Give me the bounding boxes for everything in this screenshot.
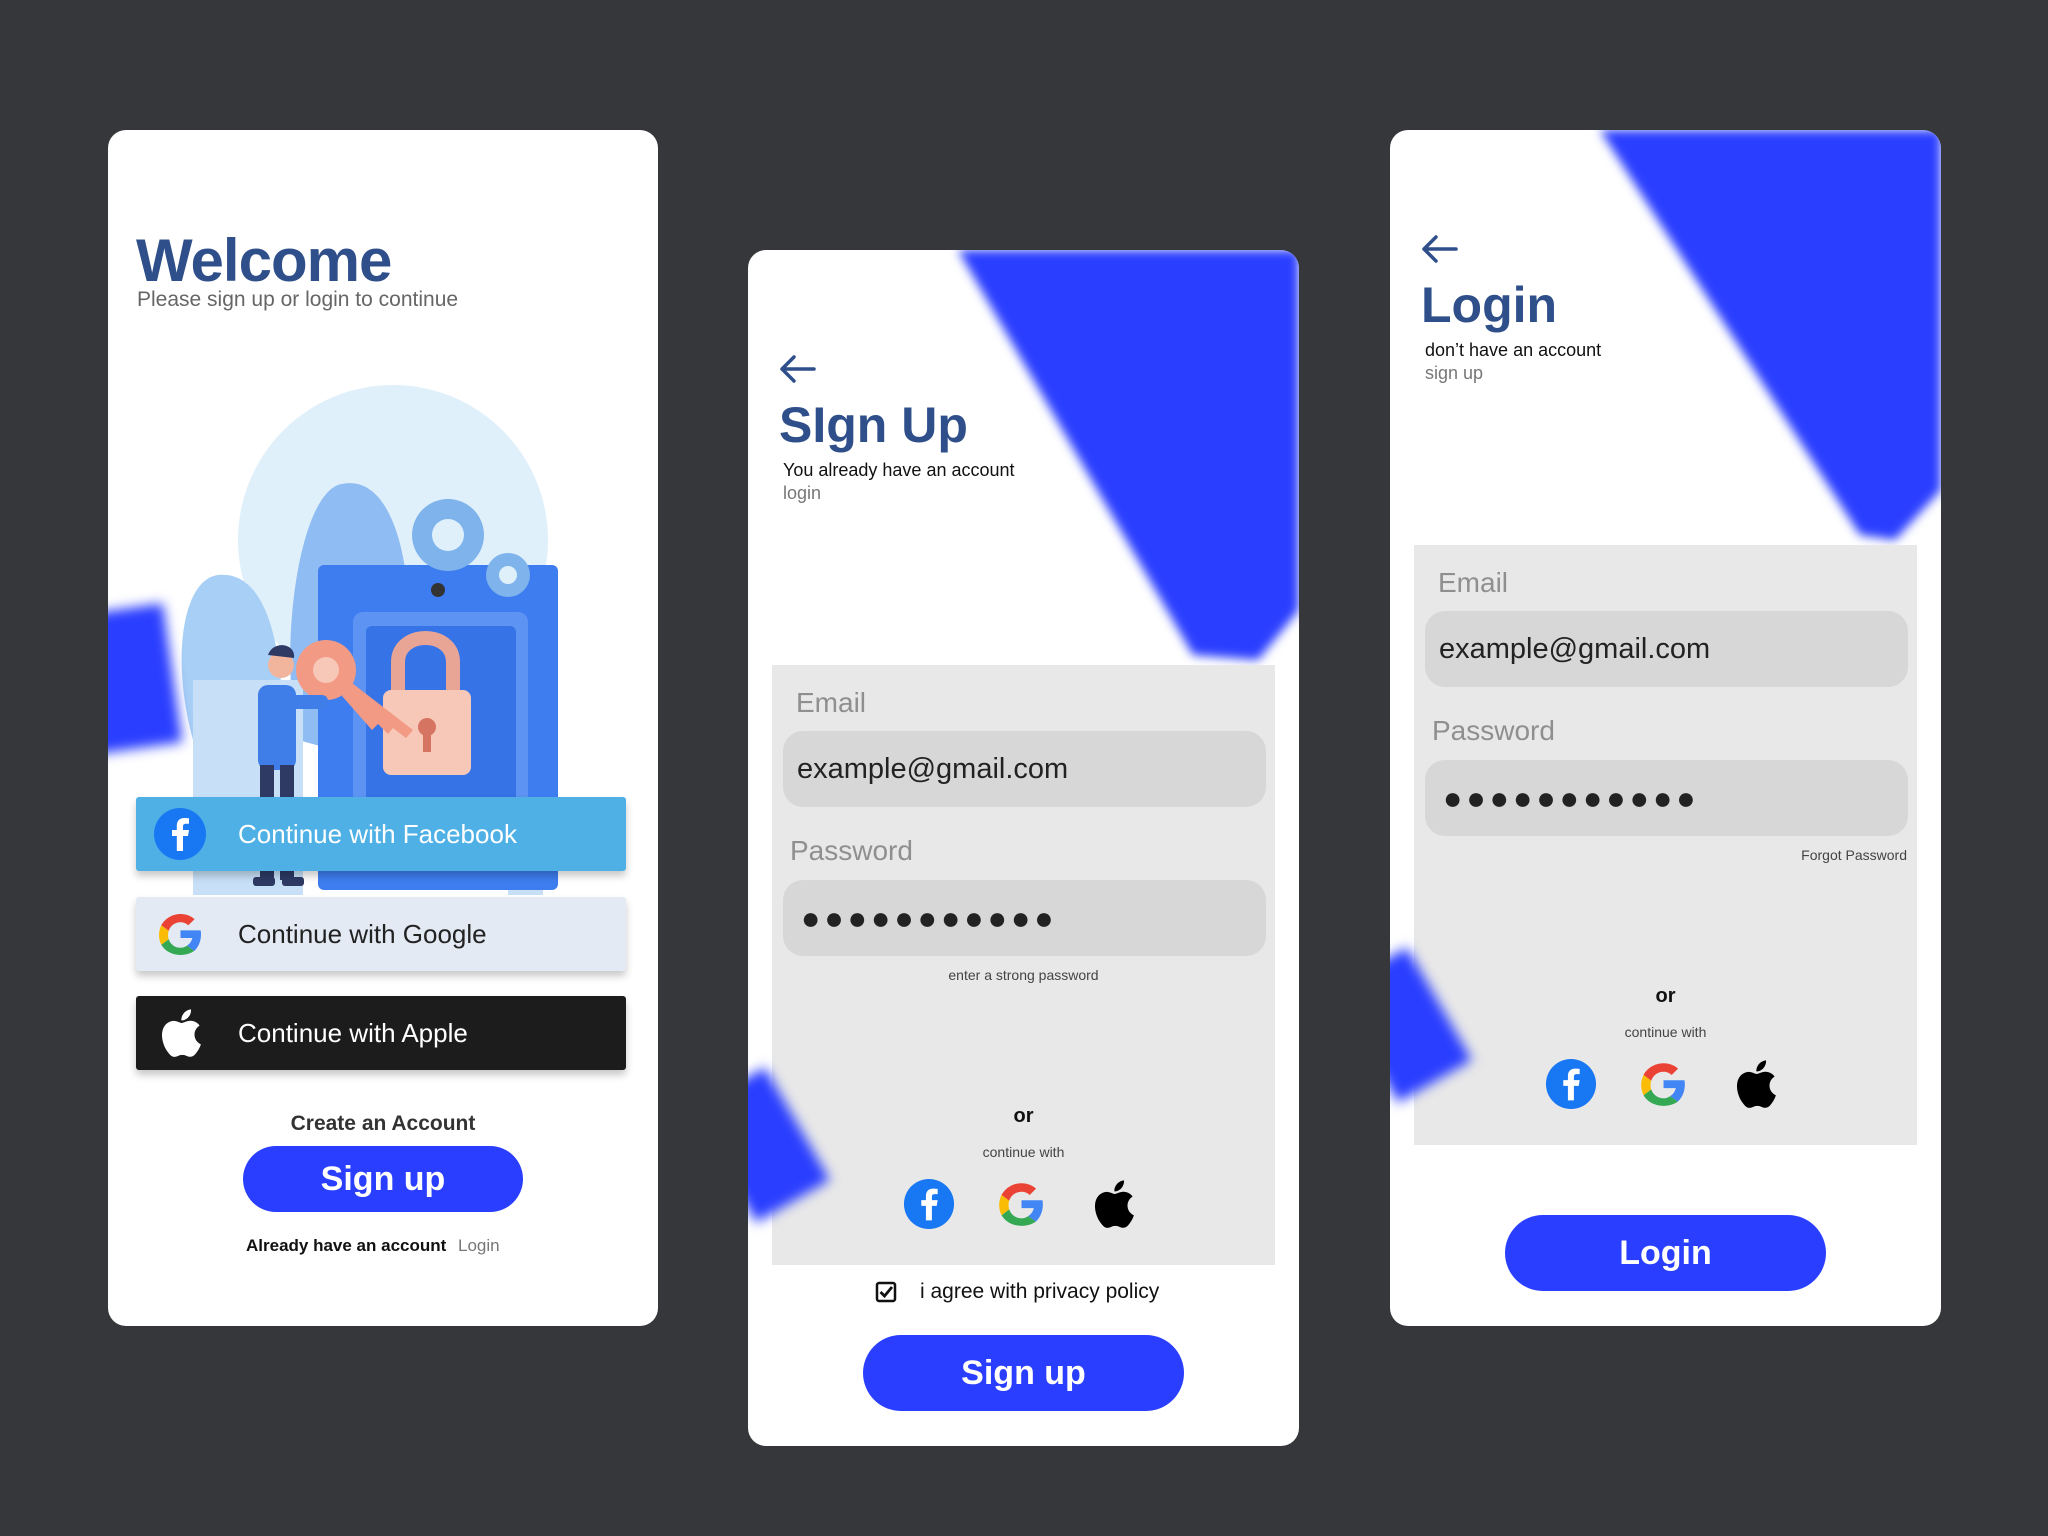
google-button-label: Continue with Google xyxy=(238,918,487,949)
welcome-title: Welcome xyxy=(136,227,392,294)
google-icon xyxy=(152,906,208,962)
social-login-row xyxy=(1545,1058,1781,1110)
password-label: Password xyxy=(1432,715,1555,746)
email-label: Email xyxy=(796,687,867,718)
signup-screen: SIgn Up You already have an account logi… xyxy=(748,250,1299,1446)
signup-button[interactable]: Sign up xyxy=(243,1146,523,1212)
facebook-icon[interactable] xyxy=(903,1178,955,1230)
email-field[interactable]: example@gmail.com xyxy=(783,731,1266,807)
privacy-agree-label: i agree with privacy policy xyxy=(920,1280,1160,1303)
login-submit-button[interactable]: Login xyxy=(1505,1215,1826,1291)
password-field[interactable]: ●●●●●●●●●●● xyxy=(1425,760,1908,836)
signup-submit-button[interactable]: Sign up xyxy=(863,1335,1184,1411)
apple-icon xyxy=(152,1005,208,1061)
login-screen: Login don’t have an account sign up Emai… xyxy=(1390,130,1941,1326)
signup-title: SIgn Up xyxy=(779,397,968,453)
or-divider: or xyxy=(1013,1105,1034,1127)
forgot-password-link[interactable]: Forgot Password xyxy=(1801,847,1907,863)
password-label: Password xyxy=(790,835,913,866)
login-subtitle: don’t have an account xyxy=(1425,340,1602,360)
login-link[interactable]: Login xyxy=(458,1236,500,1256)
facebook-icon[interactable] xyxy=(1545,1058,1597,1110)
checkbox-icon[interactable] xyxy=(875,1281,897,1303)
create-account-label: Create an Account xyxy=(290,1112,476,1135)
login-link[interactable]: login xyxy=(783,483,821,504)
facebook-button-label: Continue with Facebook xyxy=(238,818,517,849)
continue-with-label: continue with xyxy=(982,1144,1065,1160)
continue-with-label: continue with xyxy=(1624,1024,1707,1040)
back-arrow-icon[interactable] xyxy=(778,354,816,384)
password-field[interactable]: ●●●●●●●●●●● xyxy=(783,880,1266,956)
email-field[interactable]: example@gmail.com xyxy=(1425,611,1908,687)
welcome-subtitle: Please sign up or login to continue xyxy=(137,288,459,311)
google-icon[interactable] xyxy=(995,1178,1047,1230)
already-account-text: Already have an account xyxy=(246,1236,447,1255)
password-hint: enter a strong password xyxy=(948,967,1099,983)
social-login-row xyxy=(903,1178,1139,1230)
continue-google-button[interactable]: Continue with Google xyxy=(136,897,626,971)
signup-subtitle: You already have an account xyxy=(783,460,1015,480)
apple-icon[interactable] xyxy=(1729,1058,1781,1110)
apple-button-label: Continue with Apple xyxy=(238,1017,468,1048)
apple-icon[interactable] xyxy=(1087,1178,1139,1230)
login-title: Login xyxy=(1421,277,1558,333)
email-label: Email xyxy=(1438,567,1509,598)
continue-facebook-button[interactable]: Continue with Facebook xyxy=(136,797,626,871)
or-divider: or xyxy=(1655,985,1676,1007)
back-arrow-icon[interactable] xyxy=(1420,234,1458,264)
google-icon[interactable] xyxy=(1637,1058,1689,1110)
welcome-screen: Welcome Please sign up or login to conti… xyxy=(108,130,658,1326)
continue-apple-button[interactable]: Continue with Apple xyxy=(136,996,626,1070)
facebook-icon xyxy=(152,806,208,862)
signup-link[interactable]: sign up xyxy=(1425,363,1483,384)
